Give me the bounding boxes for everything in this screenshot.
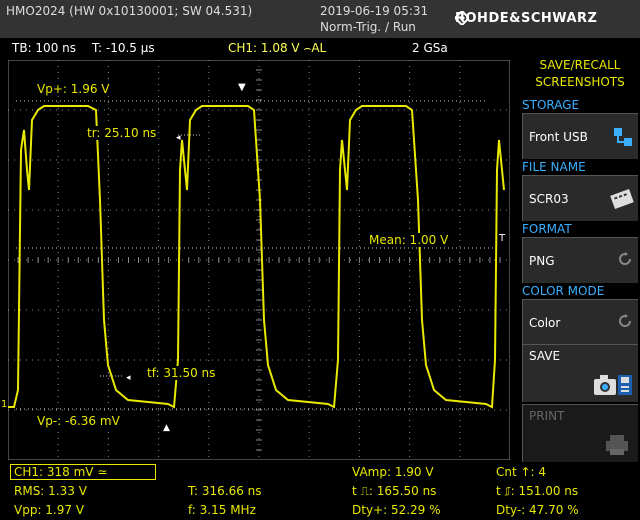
save-label: SAVE bbox=[529, 349, 561, 363]
tf-label: tf: 31.50 ns bbox=[146, 366, 217, 380]
format-button[interactable]: PNG bbox=[522, 237, 638, 283]
rms-value: RMS: 1.33 V bbox=[14, 484, 87, 498]
top-info-bar: HMO2024 (HW 0x10130001; SW 04.531) 2019-… bbox=[0, 0, 640, 38]
menu-title-line1: SAVE/RECALL bbox=[539, 58, 621, 72]
tr-label: tr: 25.10 ns bbox=[86, 126, 158, 140]
vp-plus-label: Vp+: 1.96 V bbox=[36, 82, 111, 96]
measurement-panel: CH1: 318 mV ≃ VAmp: 1.90 V Cnt ↑: 4 RMS:… bbox=[0, 462, 640, 520]
softkey-menu: SAVE/RECALL SCREENSHOTS STORAGE Front US… bbox=[516, 58, 640, 520]
file-name-button[interactable]: SCR03 bbox=[522, 175, 638, 221]
measure-arrow-icon: ▲ bbox=[163, 423, 170, 433]
neg-pulse-width: t ⎎: 151.00 ns bbox=[496, 484, 579, 498]
color-mode-button[interactable]: Color bbox=[522, 299, 638, 345]
tr-arrow-icon: ◂ bbox=[176, 133, 181, 143]
vpp-value: Vpp: 1.97 V bbox=[14, 503, 85, 517]
file-name-value: SCR03 bbox=[529, 192, 569, 206]
camera-save-icon bbox=[594, 375, 632, 395]
trigger-level-marker[interactable]: T bbox=[499, 233, 505, 244]
print-button[interactable]: PRINT bbox=[522, 404, 638, 462]
save-button[interactable]: SAVE bbox=[522, 344, 638, 402]
tf-arrow-icon: ◂ bbox=[126, 373, 131, 383]
brand-logo: ROHDE&SCHWARZ bbox=[455, 9, 597, 27]
vp-minus-label: Vp-: -6.36 mV bbox=[36, 414, 121, 428]
channel-trigger-readout[interactable]: CH1: 1.08 V ⌢AL bbox=[228, 41, 326, 56]
vamp-value: VAmp: 1.90 V bbox=[352, 465, 434, 479]
menu-title-line2: SCREENSHOTS bbox=[535, 75, 625, 89]
usb-storage-icon bbox=[614, 128, 632, 146]
duty-plus-value: Dty+: 52.29 % bbox=[352, 503, 441, 517]
timebase-readout[interactable]: TB: 100 ns bbox=[12, 41, 76, 55]
color-mode-heading: COLOR MODE bbox=[522, 284, 605, 298]
file-name-heading: FILE NAME bbox=[522, 160, 586, 174]
keyboard-edit-icon bbox=[610, 189, 634, 209]
duty-minus-value: Dty-: 47.70 % bbox=[496, 503, 579, 517]
storage-value: Front USB bbox=[529, 130, 588, 144]
frequency-value: f: 3.15 MHz bbox=[188, 503, 256, 517]
date-time: 2019-06-19 05:31 bbox=[320, 4, 429, 18]
printer-icon bbox=[606, 435, 628, 455]
print-label: PRINT bbox=[529, 409, 565, 423]
count-value: Cnt ↑: 4 bbox=[496, 465, 547, 479]
pos-pulse-width: t ⎍: 165.50 ns bbox=[352, 484, 437, 498]
storage-heading: STORAGE bbox=[522, 98, 580, 112]
brand-name: ROHDE&SCHWARZ bbox=[455, 10, 598, 26]
rotary-knob-icon bbox=[619, 314, 631, 327]
waveform-display[interactable]: ▼ ◂ ◂ ▲ bbox=[8, 60, 510, 460]
trigger-state: Norm-Trig. / Run bbox=[320, 20, 416, 34]
trigger-time-readout[interactable]: T: -10.5 µs bbox=[92, 41, 155, 55]
model-info: HMO2024 (HW 0x10130001; SW 04.531) bbox=[6, 4, 253, 18]
rotary-knob-icon bbox=[619, 252, 631, 265]
acquisition-status-bar: TB: 100 ns T: -10.5 µs CH1: 1.08 V ⌢AL 2… bbox=[0, 38, 510, 58]
color-mode-value: Color bbox=[529, 316, 561, 330]
format-value: PNG bbox=[529, 254, 555, 268]
storage-button[interactable]: Front USB bbox=[522, 113, 638, 159]
mean-label: Mean: 1.00 V bbox=[368, 233, 450, 247]
trigger-position-marker: ▼ bbox=[238, 82, 246, 93]
ch1-ground-marker[interactable]: 1 bbox=[0, 399, 9, 410]
sample-rate-readout: 2 GSa bbox=[412, 41, 448, 55]
ch1-scale: CH1: 318 mV ≃ bbox=[14, 465, 108, 479]
period-value: T: 316.66 ns bbox=[188, 484, 262, 498]
format-heading: FORMAT bbox=[522, 222, 572, 236]
